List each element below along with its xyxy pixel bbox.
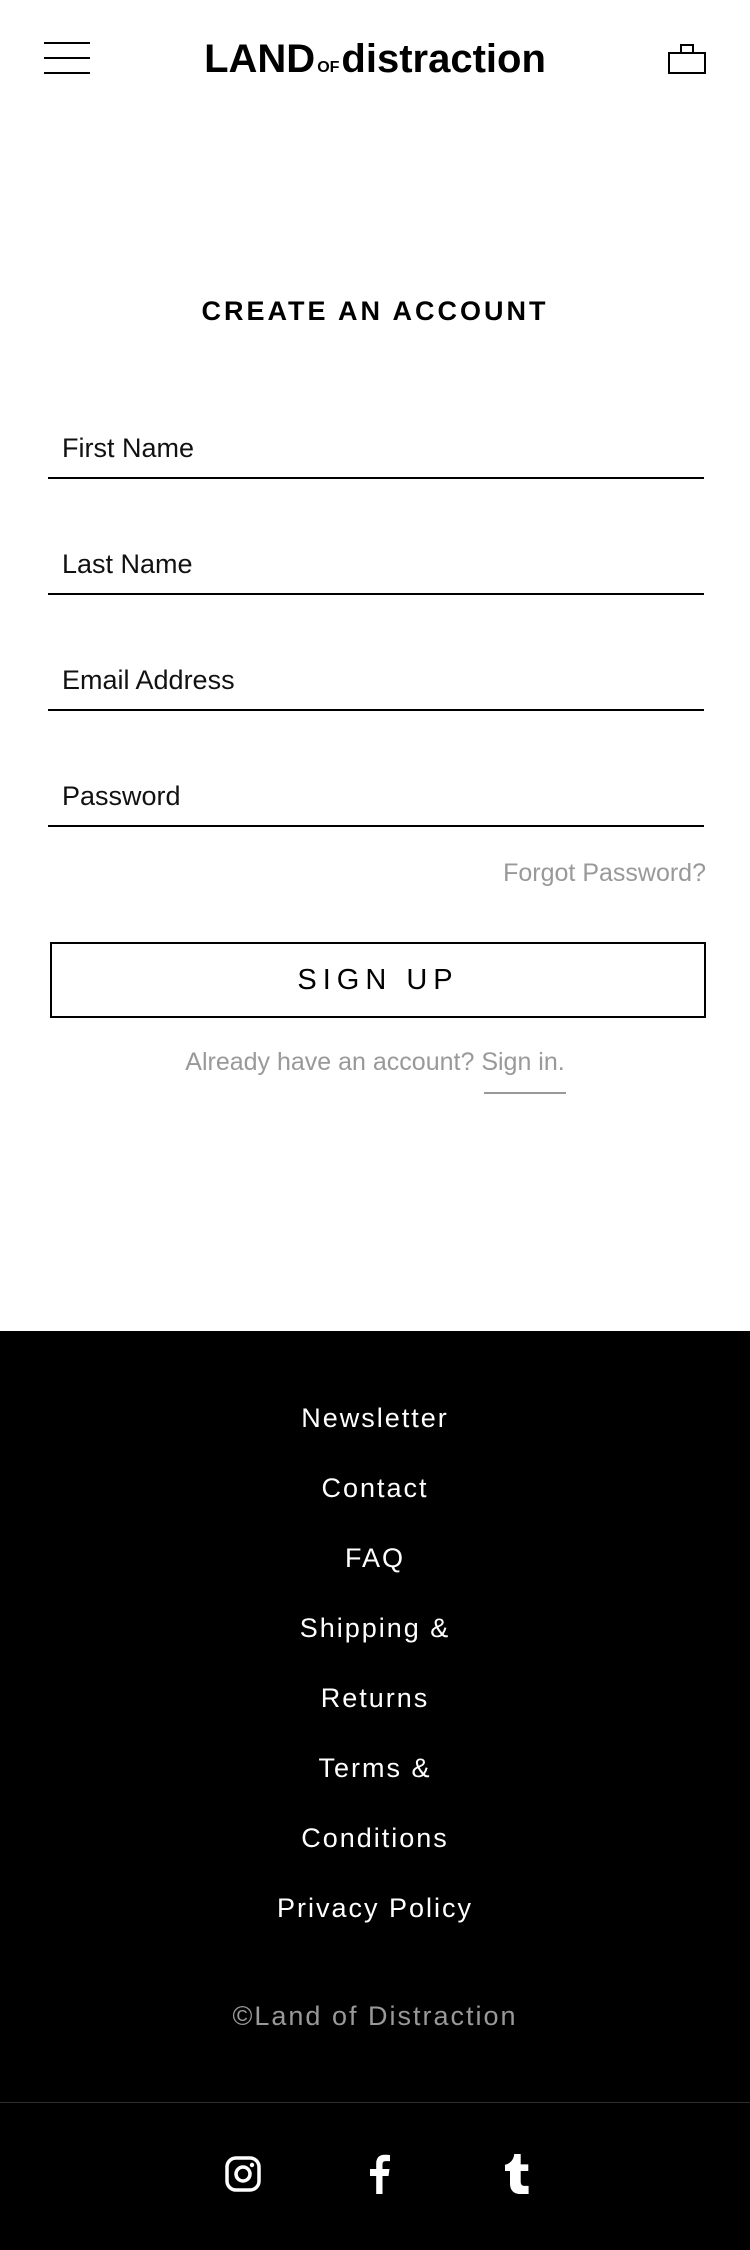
tumblr-icon[interactable] [494, 2151, 540, 2197]
site-header: LAND OFdistraction [0, 0, 750, 120]
site-logo[interactable]: LAND OFdistraction [0, 36, 750, 91]
footer-link-faq[interactable]: FAQ [0, 1533, 750, 1603]
sign-in-link[interactable]: Sign in. [481, 1048, 564, 1076]
footer-link-returns[interactable]: Returns [0, 1673, 750, 1743]
footer-nav: Newsletter Contact FAQ Shipping & Return… [0, 1393, 750, 1953]
footer-link-terms[interactable]: Terms & [0, 1743, 750, 1813]
instagram-icon[interactable] [220, 2151, 266, 2197]
forgot-password-link[interactable]: Forgot Password? [503, 857, 706, 889]
copyright-text: ©Land of Distraction [232, 2001, 518, 2031]
sign-up-button[interactable]: SIGN UP [50, 942, 706, 1018]
facebook-icon[interactable] [356, 2151, 402, 2197]
sign-in-prompt: Already have an account? Sign in. [0, 1046, 750, 1078]
logo-of: OF [317, 59, 340, 76]
footer-link-contact[interactable]: Contact [0, 1463, 750, 1533]
logo-distraction: distraction [341, 37, 546, 81]
sign-in-underline [484, 1092, 566, 1094]
footer-divider [0, 2102, 750, 2103]
footer-link-privacy-policy[interactable]: Privacy Policy [0, 1883, 750, 1953]
password-field[interactable] [48, 761, 704, 827]
footer-link-shipping[interactable]: Shipping & [0, 1603, 750, 1673]
page-title: CREATE AN ACCOUNT [201, 296, 549, 326]
email-field[interactable] [48, 645, 704, 711]
shopping-bag-icon[interactable] [668, 44, 706, 74]
first-name-field[interactable] [48, 413, 704, 479]
site-footer: Newsletter Contact FAQ Shipping & Return… [0, 1331, 750, 2250]
last-name-field[interactable] [48, 529, 704, 595]
logo-land: LAND [204, 37, 316, 81]
footer-link-conditions[interactable]: Conditions [0, 1813, 750, 1883]
already-have-account-text: Already have an account? [185, 1048, 482, 1076]
footer-link-newsletter[interactable]: Newsletter [0, 1393, 750, 1463]
